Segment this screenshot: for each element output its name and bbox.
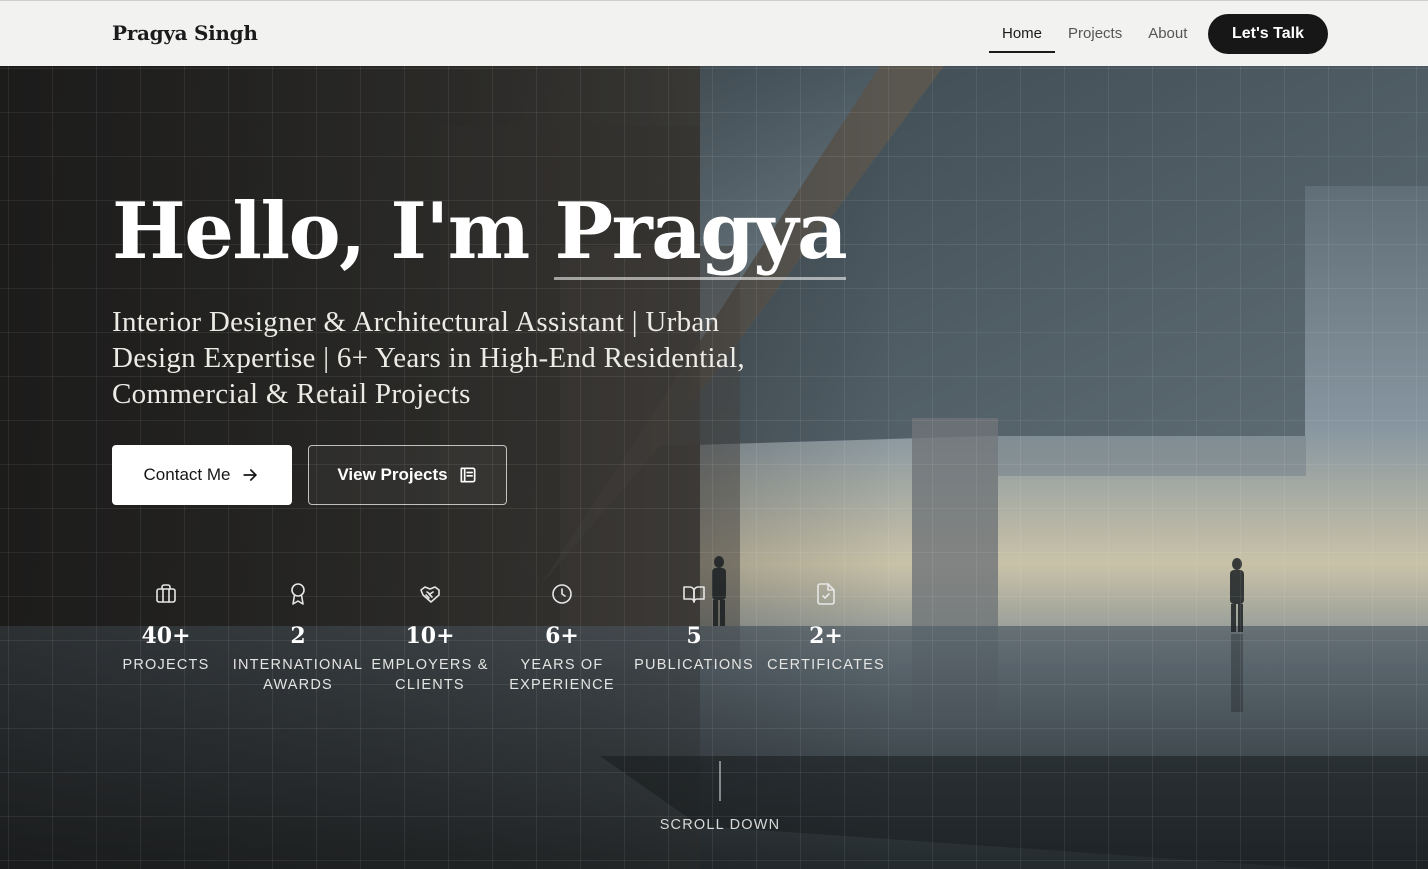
stat-value: 5 [686,623,702,649]
stat-label: YEARS OF EXPERIENCE [509,657,615,693]
hero-tagline: Interior Designer & Architectural Assist… [112,306,745,410]
scroll-indicator-line [719,761,721,801]
hero-section: Hello, I'm Pragya Interior Designer & Ar… [0,66,1428,869]
top-navigation: Pragya Singh Home Projects About Let's T… [0,0,1428,66]
brand-logo[interactable]: Pragya Singh [112,21,258,45]
nav-links: Home Projects About [989,14,1200,54]
nav-link-about[interactable]: About [1135,15,1200,53]
handshake-icon [418,582,442,606]
lets-talk-button[interactable]: Let's Talk [1208,14,1328,54]
view-projects-button[interactable]: View Projects [308,445,507,505]
stat-employers: 10+ EMPLOYERS & CLIENTS [364,582,496,695]
hero-headline: Hello, I'm Pragya [112,184,848,280]
scroll-icon [458,465,478,485]
stat-value: 6+ [545,623,579,649]
arrow-right-icon [240,465,260,485]
view-projects-label: View Projects [337,465,448,484]
hero-greeting: Hello, I'm [112,186,530,277]
stat-label: PUBLICATIONS [634,657,754,673]
stat-value: 40+ [141,623,191,649]
clock-icon [550,582,574,606]
briefcase-icon [154,582,178,606]
contact-me-button[interactable]: Contact Me [112,445,292,505]
stat-value: 10+ [405,623,455,649]
stats-row: 40+ PROJECTS 2 INTERNATIONAL AWARDS 10+ … [100,582,900,722]
stat-publications: 5 PUBLICATIONS [628,582,760,675]
hero-name: Pragya [554,186,848,280]
nav-link-projects[interactable]: Projects [1055,15,1135,53]
stat-label: CERTIFICATES [767,657,885,673]
stat-projects: 40+ PROJECTS [100,582,232,675]
stat-experience: 6+ YEARS OF EXPERIENCE [496,582,628,695]
book-open-icon [682,582,706,606]
stat-label: PROJECTS [122,657,210,673]
stat-certificates: 2+ CERTIFICATES [760,582,892,675]
stat-value: 2 [290,623,306,649]
contact-me-label: Contact Me [143,465,231,484]
scroll-down-label[interactable]: SCROLL DOWN [620,817,820,833]
award-icon [286,582,310,606]
stat-value: 2+ [809,623,843,649]
file-check-icon [814,582,838,606]
stat-awards: 2 INTERNATIONAL AWARDS [232,582,364,695]
stat-label: EMPLOYERS & CLIENTS [371,657,489,693]
stat-label: INTERNATIONAL AWARDS [232,657,364,693]
nav-link-home[interactable]: Home [989,15,1056,53]
